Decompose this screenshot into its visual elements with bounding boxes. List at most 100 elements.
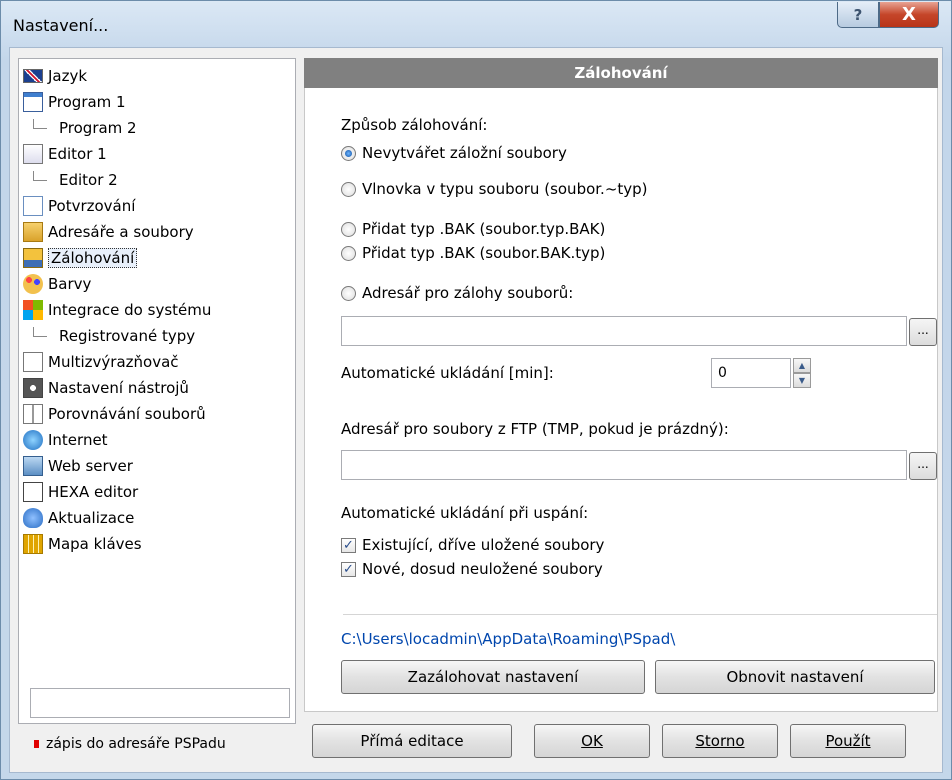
autosave-label: Automatické ukládání [min]: xyxy=(341,364,554,382)
floppy-icon xyxy=(23,247,43,268)
document-icon xyxy=(23,351,43,372)
tree-item-6[interactable]: Adresáře a soubory xyxy=(23,219,194,244)
tree-filter-input[interactable] xyxy=(30,688,290,718)
tree-item-12[interactable]: Nastavení nástrojů xyxy=(23,375,189,400)
checklist-icon xyxy=(23,195,43,216)
radio-indicator xyxy=(341,145,356,161)
tree-item-9[interactable]: Integrace do systému xyxy=(23,297,211,322)
editor-icon xyxy=(23,143,43,164)
gear-icon xyxy=(23,377,43,398)
radio-label: Adresář pro zálohy souborů: xyxy=(362,284,574,302)
radio-label: Nevytvářet záložní soubory xyxy=(362,144,567,162)
flag-uk-icon xyxy=(23,68,43,83)
backup-directory-browse-button[interactable]: ... xyxy=(909,318,937,346)
radio-bak-suffix[interactable]: Přidat typ .BAK (soubor.typ.BAK) xyxy=(341,220,605,238)
section-header: Zálohování xyxy=(304,58,938,88)
backup-settings-button[interactable]: Zazálohovat nastavení xyxy=(341,660,645,694)
ftp-directory-label: Adresář pro soubory z FTP (TMP, pokud je… xyxy=(341,420,729,438)
ftp-directory-browse-button[interactable]: ... xyxy=(909,452,937,480)
settings-tree[interactable]: Jazyk Program 1 Program 2 Editor 1 Editor 2 P… xyxy=(18,58,296,724)
tree-item-5[interactable]: Potvrzování xyxy=(23,193,135,218)
separator xyxy=(343,614,937,615)
windows-logo-icon xyxy=(23,299,43,320)
tree-item-label: Program 1 xyxy=(48,92,126,111)
tree-item-label: Registrované typy xyxy=(59,326,196,345)
radio-indicator xyxy=(341,221,356,237)
backup-directory-input[interactable] xyxy=(341,316,907,346)
check-new-files[interactable]: ✓ Nové, dosud neuložené soubory xyxy=(341,560,603,578)
direct-edit-button[interactable]: Přímá editace xyxy=(312,724,512,758)
backup-panel: Způsob zálohování: Nevytvářet záložní so… xyxy=(304,88,938,712)
red-marker-icon xyxy=(34,740,39,748)
radio-tilde-extension[interactable]: Vlnovka v typu souboru (soubor.~typ) xyxy=(341,180,648,198)
tree-item-8[interactable]: Barvy xyxy=(23,271,91,296)
tree-item-label: Barvy xyxy=(48,274,92,293)
restore-settings-button[interactable]: Obnovit nastavení xyxy=(655,660,935,694)
hex-icon xyxy=(23,481,43,502)
close-icon: X xyxy=(902,4,916,25)
compare-icon xyxy=(23,403,43,424)
tree-item-11[interactable]: Multizvýrazňovač xyxy=(23,349,179,374)
spin-down-button[interactable]: ▼ xyxy=(793,373,811,388)
tree-item-2[interactable]: Program 2 xyxy=(33,115,137,140)
tree-item-label: Adresáře a soubory xyxy=(48,222,194,241)
window-title: Nastavení... xyxy=(13,16,109,35)
tree-item-10[interactable]: Registrované typy xyxy=(33,323,195,348)
check-label: Nové, dosud neuložené soubory xyxy=(362,560,603,578)
tree-item-0[interactable]: Jazyk xyxy=(23,63,87,88)
tree-item-label: Internet xyxy=(48,430,108,449)
check-mark-icon: ✓ xyxy=(341,561,356,577)
radio-indicator xyxy=(341,245,356,261)
folder-icon xyxy=(23,221,43,242)
tree-item-1[interactable]: Program 1 xyxy=(23,89,126,114)
tree-item-14[interactable]: Internet xyxy=(23,427,108,452)
dialog-client-area: Jazyk Program 1 Program 2 Editor 1 Editor 2 P… xyxy=(9,47,943,773)
settings-window: Nastavení... ? X Jazyk Program 1 Program 2… xyxy=(0,0,952,780)
direct-edit-label: Přímá editace xyxy=(360,732,464,750)
check-existing-files[interactable]: ✓ Existující, dříve uložené soubory xyxy=(341,536,604,554)
tree-item-4[interactable]: Editor 2 xyxy=(33,167,118,192)
window-icon xyxy=(23,91,43,112)
tree-item-label: Nastavení nástrojů xyxy=(48,378,189,397)
tree-item-label: Mapa kláves xyxy=(48,534,142,553)
tree-item-3[interactable]: Editor 1 xyxy=(23,141,107,166)
tree-item-label: Porovnávání souborů xyxy=(48,404,206,423)
cancel-button[interactable]: Storno xyxy=(662,724,778,758)
cancel-label: Storno xyxy=(695,732,745,750)
close-button[interactable]: X xyxy=(879,2,939,28)
tree-item-label: Multizvýrazňovač xyxy=(48,352,179,371)
ftp-directory-input[interactable] xyxy=(341,450,907,480)
radio-bak-middle[interactable]: Přidat typ .BAK (soubor.BAK.typ) xyxy=(341,244,605,262)
ok-button[interactable]: OK xyxy=(534,724,650,758)
tree-item-label: Zálohování xyxy=(48,247,138,268)
tree-item-label: Editor 1 xyxy=(48,144,107,163)
tree-item-7[interactable]: Zálohování xyxy=(23,245,138,270)
tree-item-16[interactable]: HEXA editor xyxy=(23,479,138,504)
tree-item-label: HEXA editor xyxy=(48,482,139,501)
radio-label: Přidat typ .BAK (soubor.typ.BAK) xyxy=(362,220,606,238)
tree-item-13[interactable]: Porovnávání souborů xyxy=(23,401,206,426)
tree-connector xyxy=(33,326,47,337)
radio-backup-directory[interactable]: Adresář pro zálohy souborů: xyxy=(341,284,573,302)
autosave-minutes-input[interactable]: 0 xyxy=(711,358,791,388)
spin-up-button[interactable]: ▲ xyxy=(793,358,811,373)
tree-item-17[interactable]: Aktualizace xyxy=(23,505,134,530)
backup-mode-label: Způsob zálohování: xyxy=(341,116,488,134)
tree-item-18[interactable]: Mapa kláves xyxy=(23,531,142,556)
tree-item-label: Program 2 xyxy=(59,118,137,137)
apply-button[interactable]: Použít xyxy=(790,724,906,758)
radio-no-backup[interactable]: Nevytvářet záložní soubory xyxy=(341,144,567,162)
keyboard-icon xyxy=(23,533,43,554)
storage-note: zápis do adresáře PSPadu xyxy=(34,736,226,752)
autosave-spinner: ▲ ▼ xyxy=(793,358,811,388)
help-icon: ? xyxy=(853,5,863,24)
tree-item-15[interactable]: Web server xyxy=(23,453,133,478)
settings-path[interactable]: C:\Users\locadmin\AppData\Roaming\PSpad\ xyxy=(341,630,675,648)
apply-label: Použít xyxy=(825,732,871,750)
help-button[interactable]: ? xyxy=(837,2,879,28)
globe-icon xyxy=(23,429,43,450)
tree-connector xyxy=(33,170,47,181)
tree-connector xyxy=(33,118,47,129)
palette-icon xyxy=(23,273,43,294)
tree-item-label: Aktualizace xyxy=(48,508,135,527)
